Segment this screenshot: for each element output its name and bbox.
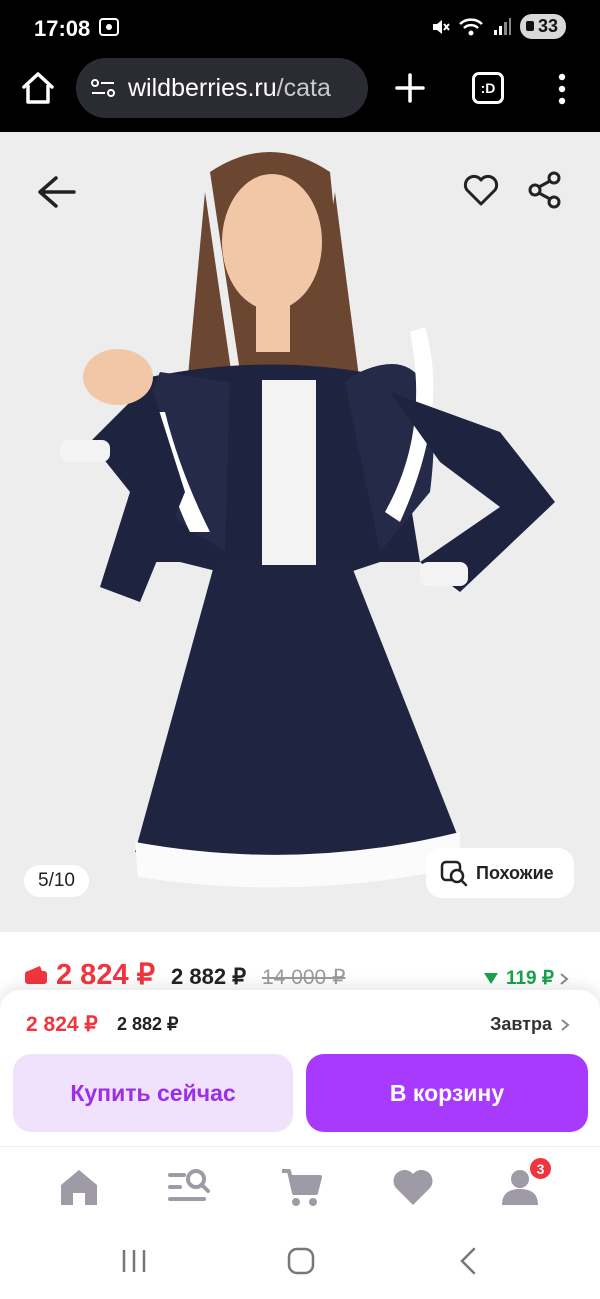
- wallet-icon: [25, 966, 47, 984]
- status-time: 17:08: [34, 16, 91, 41]
- similar-button[interactable]: Похожие: [426, 848, 574, 898]
- add-to-cart-button[interactable]: В корзину: [306, 1054, 588, 1132]
- status-bar: 17:08 33: [0, 0, 600, 58]
- signal-icon: [493, 17, 511, 35]
- recent-apps-icon[interactable]: [117, 1246, 151, 1276]
- tabs-label: :D: [480, 80, 496, 96]
- system-navigation: [0, 1228, 600, 1299]
- delivery-link[interactable]: Завтра: [490, 1014, 570, 1035]
- price-main: 2 824 ₽: [56, 959, 156, 991]
- price-old: 14 000 ₽: [262, 966, 346, 989]
- back-arrow-icon[interactable]: [34, 172, 78, 212]
- cart-icon[interactable]: [280, 1165, 324, 1209]
- mute-icon: [432, 19, 450, 34]
- status-icons: 33: [430, 14, 566, 39]
- image-counter: 5/10: [24, 865, 89, 897]
- battery-indicator: 33: [519, 14, 566, 39]
- buy-now-button[interactable]: Купить сейчас: [13, 1054, 293, 1132]
- browser-toolbar: wildberries.ru/cata :D: [0, 58, 600, 132]
- chevron-right-icon: [561, 1018, 570, 1031]
- url-path: /cata: [276, 73, 331, 102]
- delivery-label: Завтра: [490, 1014, 552, 1034]
- price-drop-value: 119 ₽: [505, 968, 554, 989]
- system-back-icon[interactable]: [452, 1246, 486, 1276]
- tabs-switcher-button[interactable]: :D: [472, 72, 504, 104]
- price-drop-icon: [483, 973, 498, 984]
- home-icon[interactable]: [18, 68, 58, 108]
- favorites-icon[interactable]: [391, 1165, 435, 1209]
- profile-badge: 3: [528, 1156, 553, 1181]
- heart-icon[interactable]: [462, 172, 500, 208]
- site-settings-icon[interactable]: [90, 77, 116, 99]
- panel-price-second: 2 882 ₽: [117, 1014, 179, 1034]
- catalog-search-icon[interactable]: [166, 1165, 210, 1209]
- bottom-navigation: 3: [0, 1146, 600, 1228]
- price-without-wallet: 2 882 ₽: [171, 964, 247, 989]
- product-gallery[interactable]: 5/10 Похожие: [0, 132, 600, 932]
- new-tab-icon[interactable]: [392, 70, 428, 106]
- buy-panel: 2 824 ₽ 2 882 ₽ Завтра Купить сейчас В к…: [0, 990, 600, 1146]
- url-host: wildberries.ru: [128, 73, 277, 102]
- address-bar[interactable]: wildberries.ru/cata: [76, 58, 368, 118]
- home-icon[interactable]: [57, 1165, 101, 1209]
- wifi-icon: [459, 17, 483, 35]
- share-icon[interactable]: [526, 170, 564, 210]
- more-menu-icon[interactable]: [552, 72, 572, 106]
- battery-level: 33: [537, 16, 558, 36]
- screenshot-icon: [99, 18, 119, 36]
- home-button-icon[interactable]: [284, 1246, 318, 1276]
- panel-price-main: 2 824 ₽: [26, 1013, 98, 1036]
- similar-label: Похожие: [476, 862, 554, 883]
- chevron-right-icon: [560, 972, 569, 985]
- similar-search-icon: [440, 860, 468, 887]
- price-drop-link[interactable]: 119 ₽: [483, 967, 570, 990]
- url-text: wildberries.ru/cata: [128, 74, 331, 103]
- product-photo: [0, 132, 600, 932]
